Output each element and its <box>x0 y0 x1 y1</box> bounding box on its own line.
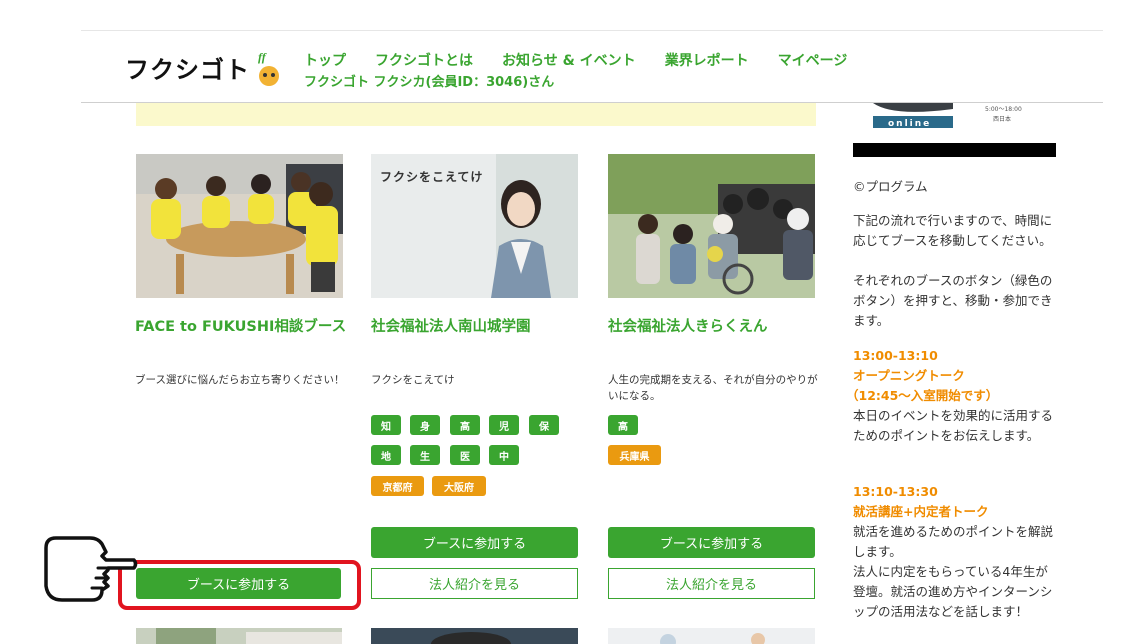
card1-photo[interactable] <box>136 154 343 298</box>
tag-category: 身 <box>410 415 440 435</box>
logo-mascot-icon[interactable]: ff <box>255 48 283 88</box>
pointing-hand-icon <box>44 536 138 602</box>
session1-description: 本日のイベントを効果的に活用するためのポイントをお伝えします。 <box>853 408 1054 443</box>
highlight-frame <box>118 560 361 610</box>
card5-photo[interactable] <box>371 628 578 644</box>
session2-description: 就活を進めるためのポイントを解説します。 <box>853 524 1054 559</box>
program-heading: ©プログラム <box>853 179 928 194</box>
card2-intro-button[interactable]: 法人紹介を見る <box>371 568 578 599</box>
card1-description: ブース選びに悩んだらお立ち寄りください！ <box>135 374 345 386</box>
site-logo[interactable]: フクシゴト <box>125 50 250 85</box>
tag-category: 中 <box>489 445 519 465</box>
tag-category: 児 <box>489 415 519 435</box>
session1-note: （12:45〜入室開始です） <box>846 388 999 403</box>
program-intro-2: それぞれのブースのボタン（緑色のボタン）を押すと、移動・参加できます。 <box>853 273 1053 328</box>
tag-category: 高 <box>608 415 638 435</box>
session2-title: 就活講座+内定者トーク <box>853 504 989 519</box>
svg-text:ff: ff <box>258 50 267 64</box>
svg-text:online: online <box>888 119 931 129</box>
card3-intro-button[interactable]: 法人紹介を見る <box>608 568 815 599</box>
card6-photo[interactable] <box>608 628 815 644</box>
header-top-divider <box>81 30 1103 31</box>
card3-description: 人生の完成期を支える、それが自分のやりがいになる。 <box>608 374 818 402</box>
tag-category: 保 <box>529 415 559 435</box>
tag-category: 高 <box>450 415 480 435</box>
tag-category: 医 <box>450 445 480 465</box>
member-info: フクシゴト フクシカ(会員ID：3046)さん <box>304 75 555 90</box>
nav-industry-report[interactable]: 業界レポート <box>665 50 749 70</box>
session1-time: 13:00-13:10 <box>853 348 938 363</box>
svg-text:5:00〜18:00: 5:00〜18:00 <box>985 106 1022 113</box>
tag-prefecture: 兵庫県 <box>608 445 661 465</box>
card3-join-button[interactable]: ブースに参加する <box>608 527 815 558</box>
tag-category: 知 <box>371 415 401 435</box>
tag-category: 生 <box>410 445 440 465</box>
card3-photo[interactable] <box>608 154 815 298</box>
session1-title: オープニングトーク <box>853 368 965 383</box>
notice-band <box>136 103 816 126</box>
nav-top[interactable]: トップ <box>304 50 346 70</box>
tag-category: 地 <box>371 445 401 465</box>
card2-description: フクシをこえてけ <box>371 374 455 386</box>
main-nav: トップ フクシゴトとは お知らせ & イベント 業界レポート マイページ <box>304 50 847 70</box>
card3-title[interactable]: 社会福祉法人きらくえん <box>608 316 820 338</box>
card1-title[interactable]: FACE to FUKUSHI相談ブース <box>135 316 347 338</box>
card2-join-button[interactable]: ブースに参加する <box>371 527 578 558</box>
card2-photo-caption: フクシをこえてけ <box>380 170 484 184</box>
card4-photo[interactable] <box>136 628 342 644</box>
nav-mypage[interactable]: マイページ <box>778 50 848 70</box>
card2-title[interactable]: 社会福祉法人南山城学園 <box>371 316 583 338</box>
nav-news-events[interactable]: お知らせ & イベント <box>502 50 636 70</box>
session2-description-2: 法人に内定をもらっている4年生が登壇。就活の進め方やインターンシップの活用法など… <box>853 564 1053 619</box>
svg-text:西日本: 西日本 <box>993 115 1011 123</box>
program-intro: 下記の流れで行いますので、時間に応じてブースを移動してください。 <box>853 213 1053 248</box>
tag-prefecture: 大阪府 <box>432 476 486 496</box>
session2-time: 13:10-13:30 <box>853 484 938 499</box>
redacted-bar <box>853 143 1056 157</box>
tag-prefecture: 京都府 <box>371 476 424 496</box>
event-banner[interactable]: online 5:00〜18:00 西日本 <box>853 103 1056 131</box>
nav-about[interactable]: フクシゴトとは <box>375 50 473 70</box>
